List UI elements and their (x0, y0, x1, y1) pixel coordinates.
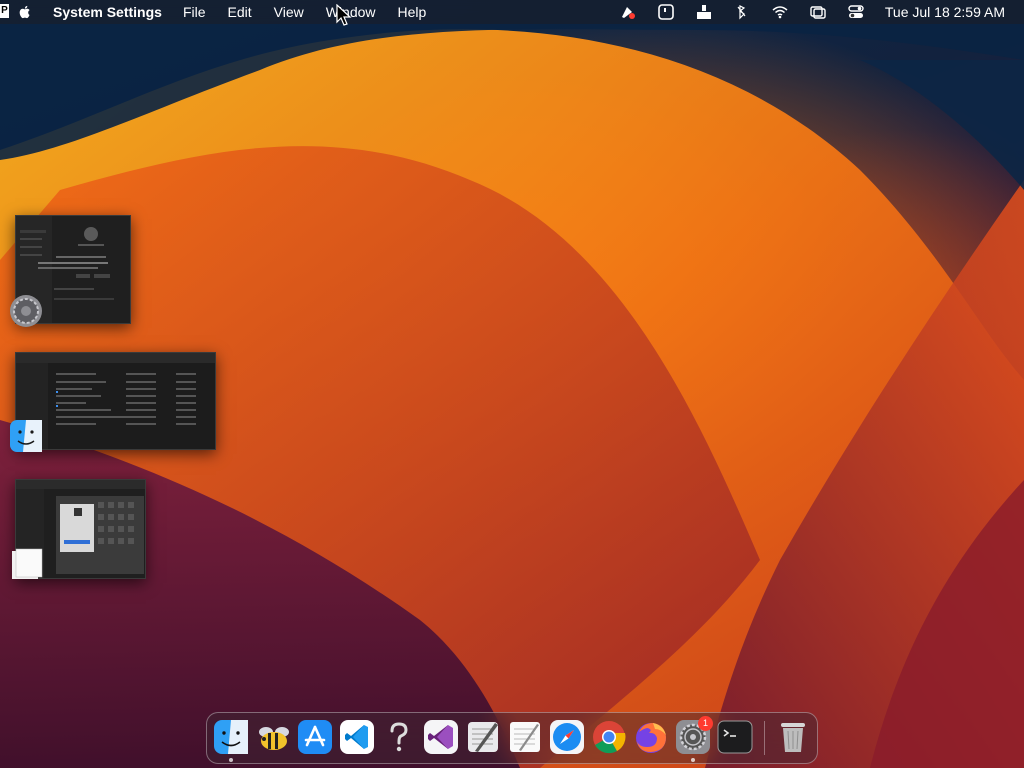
question-mark-icon (390, 722, 408, 752)
dock-chrome[interactable] (591, 719, 627, 755)
dock-trash[interactable] (775, 719, 811, 755)
dock: 1 (206, 712, 818, 764)
dock-help[interactable] (381, 719, 417, 755)
finder-app-icon[interactable] (9, 419, 43, 453)
safari-icon (550, 720, 584, 754)
bee-icon (259, 727, 289, 750)
chrome-icon (593, 721, 626, 754)
menu-bar: P System Settings File Edit View Window … (0, 0, 1024, 24)
dock-app-store[interactable] (297, 719, 333, 755)
dock-vscode[interactable] (339, 719, 375, 755)
finder-running-indicator (229, 758, 233, 762)
finder-window-preview (16, 353, 215, 449)
visual-studio-icon (424, 720, 458, 754)
dock-textedit[interactable] (507, 719, 543, 755)
menu-help[interactable]: Help (398, 4, 427, 20)
wifi-icon[interactable] (771, 3, 789, 21)
vscode-icon (340, 720, 374, 754)
menu-edit[interactable]: Edit (228, 4, 252, 20)
system-settings-app-icon[interactable] (9, 294, 43, 328)
script-editor-icon (468, 722, 498, 752)
active-app-name[interactable]: System Settings (53, 4, 162, 20)
menu-file[interactable]: File (183, 4, 206, 20)
corner-app-indicator: P (0, 4, 9, 18)
firefox-icon (636, 723, 666, 753)
menu-bar-clock[interactable]: Tue Jul 18 2:59 AM (885, 4, 1005, 20)
textedit-icon (510, 722, 540, 752)
dock-safari[interactable] (549, 719, 585, 755)
menu-view[interactable]: View (274, 4, 304, 20)
mouse-cursor-icon (336, 4, 352, 26)
dock-separator (764, 721, 765, 755)
window-thumbnail-finder[interactable] (15, 352, 216, 450)
dock-terminal[interactable] (717, 719, 753, 755)
screen-mirroring-icon[interactable] (809, 3, 827, 21)
dock-firefox[interactable] (633, 719, 669, 755)
pen-tool-icon[interactable] (619, 3, 637, 21)
trash-icon (781, 723, 805, 752)
bluetooth-off-icon[interactable] (733, 3, 751, 21)
terminal-icon (717, 720, 753, 754)
system-settings-running-indicator (691, 758, 695, 762)
app-store-icon (298, 720, 332, 754)
dock-visual-studio[interactable] (423, 719, 459, 755)
apple-menu-icon[interactable] (17, 4, 33, 20)
square-app-icon[interactable] (657, 3, 675, 21)
dock-finder[interactable] (213, 719, 249, 755)
finder-icon (214, 720, 248, 754)
dock-cyberduck[interactable] (256, 719, 292, 755)
system-settings-notification-badge: 1 (698, 716, 713, 731)
upload-tray-icon[interactable] (695, 3, 713, 21)
control-center-icon[interactable] (847, 3, 865, 21)
dock-script-editor[interactable] (465, 719, 501, 755)
preview-app-icon[interactable] (9, 547, 43, 581)
